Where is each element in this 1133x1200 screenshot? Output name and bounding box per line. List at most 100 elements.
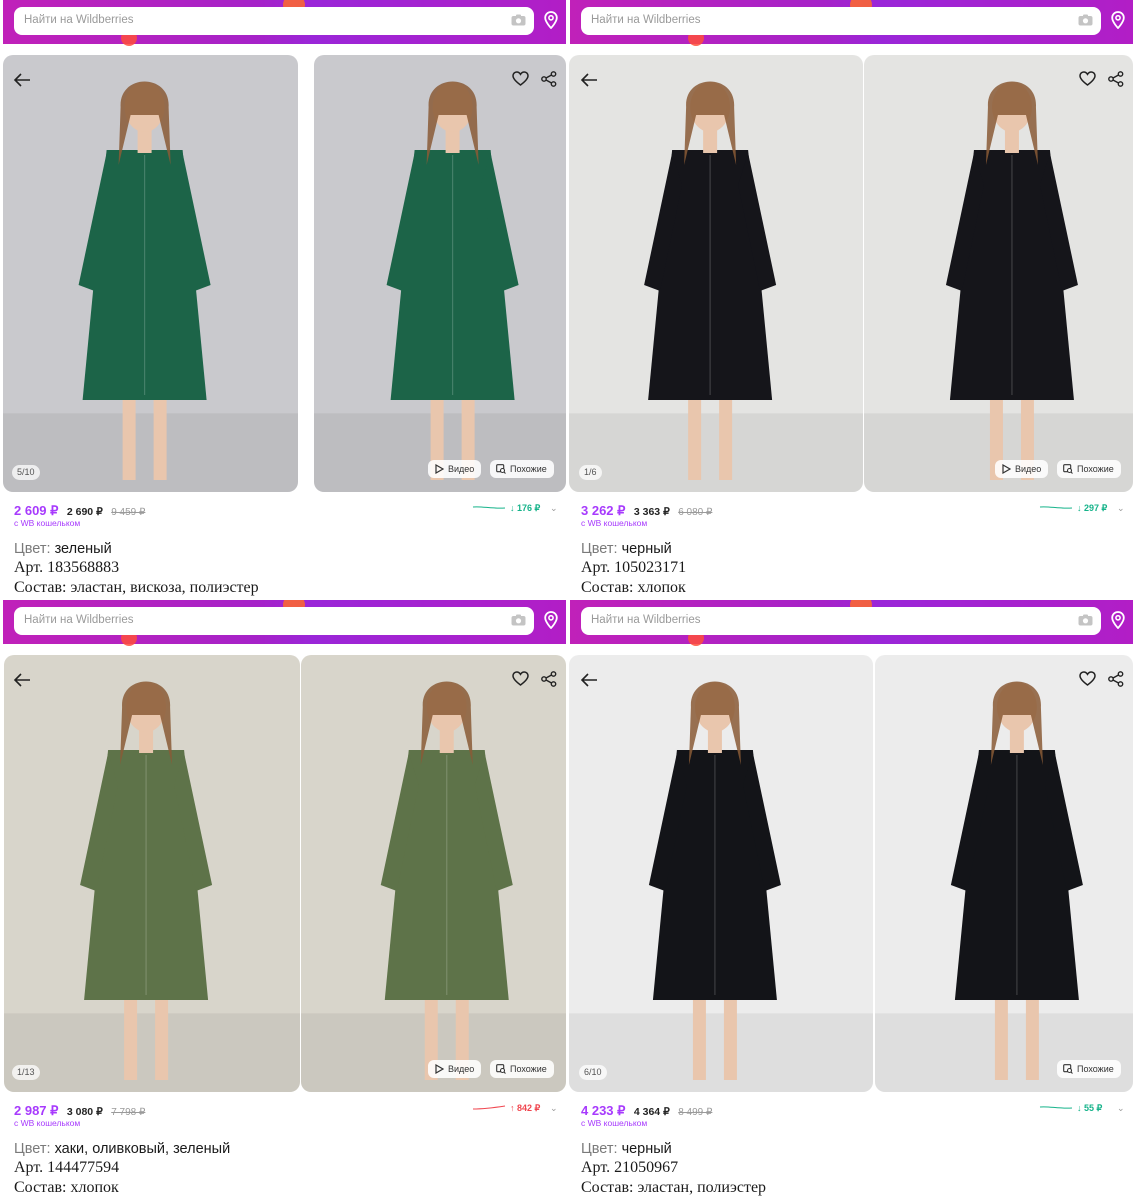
article-number: Арт. 183568883 [14, 559, 120, 576]
back-arrow-icon[interactable] [13, 672, 31, 688]
similar-button[interactable]: Похожие [1057, 1060, 1121, 1078]
product-card: Найти на Wildberries 5/10 Видео Похожие … [0, 0, 566, 600]
similar-icon [496, 1064, 506, 1074]
model-photo [4, 655, 300, 1092]
price-trend-value: ↓ 297 ₽ [1077, 503, 1108, 513]
similar-button[interactable]: Похожие [490, 460, 554, 478]
trend-line-icon [472, 506, 506, 509]
price-without-wallet: 2 690 ₽ [66, 506, 103, 518]
product-photo-main[interactable] [569, 55, 863, 492]
product-photo-secondary[interactable] [301, 655, 566, 1092]
article-number: Арт. 21050967 [581, 1159, 679, 1176]
video-button[interactable]: Видео [995, 460, 1049, 478]
product-photo-secondary[interactable] [875, 655, 1133, 1092]
price-trend[interactable]: ↓ 176 ₽ ⌄ [472, 503, 562, 515]
camera-icon[interactable] [511, 614, 526, 626]
camera-icon[interactable] [511, 14, 526, 26]
chevron-down-icon: ⌄ [1117, 503, 1125, 513]
camera-icon[interactable] [1078, 14, 1093, 26]
location-icon[interactable] [544, 611, 558, 629]
heart-icon[interactable] [512, 671, 529, 686]
search-input[interactable]: Найти на Wildberries [14, 7, 534, 35]
product-photo-secondary[interactable] [314, 55, 566, 492]
price-without-wallet: 4 364 ₽ [633, 1106, 670, 1118]
similar-button[interactable]: Похожие [1057, 460, 1121, 478]
article-number: Арт. 144477594 [14, 1159, 120, 1176]
camera-icon[interactable] [1078, 614, 1093, 626]
composition: Состав: эластан, вискоза, полиэстер [14, 579, 259, 596]
search-input[interactable]: Найти на Wildberries [14, 607, 534, 635]
search-placeholder: Найти на Wildberries [591, 14, 701, 26]
chevron-down-icon: ⌄ [550, 1103, 558, 1113]
play-icon [435, 1064, 444, 1074]
heart-icon[interactable] [512, 71, 529, 86]
model-photo [301, 655, 566, 1092]
back-arrow-icon[interactable] [580, 72, 598, 88]
model-photo [3, 55, 298, 492]
old-price: 6 080 ₽ [678, 507, 713, 518]
wallet-note: с WB кошельком [14, 1118, 81, 1128]
composition: Состав: хлопок [581, 579, 686, 596]
model-photo [875, 655, 1133, 1092]
search-placeholder: Найти на Wildberries [591, 614, 701, 626]
color-label: Цвет: [581, 1141, 618, 1157]
model-photo [314, 55, 566, 492]
share-icon[interactable] [1108, 671, 1124, 687]
heart-icon[interactable] [1079, 71, 1096, 86]
price-trend-value: ↑ 842 ₽ [510, 1103, 541, 1113]
price-row: 2 987 ₽ 3 080 ₽ 7 798 ₽ [14, 1102, 145, 1118]
product-photo-main[interactable] [569, 655, 873, 1092]
color-label: Цвет: [14, 541, 51, 557]
similar-button[interactable]: Похожие [490, 1060, 554, 1078]
photo-counter: 1/6 [579, 465, 602, 480]
share-icon[interactable] [541, 71, 557, 87]
location-icon[interactable] [1111, 611, 1125, 629]
share-icon[interactable] [541, 671, 557, 687]
product-card: Найти на Wildberries 1/6 Видео Похожие 3… [567, 0, 1133, 600]
price-row: 3 262 ₽ 3 363 ₽ 6 080 ₽ [581, 502, 712, 518]
price-trend[interactable]: ↓ 297 ₽ ⌄ [1039, 503, 1129, 515]
color-label: Цвет: [14, 1141, 51, 1157]
similar-label: Похожие [1077, 1064, 1114, 1074]
similar-label: Похожие [510, 464, 547, 474]
app-header: Найти на Wildberries [3, 0, 566, 46]
product-photo-secondary[interactable] [864, 55, 1133, 492]
color-line: Цвет: зеленый [14, 541, 112, 557]
color-value: черный [621, 541, 672, 557]
price-without-wallet: 3 363 ₽ [633, 506, 670, 518]
back-arrow-icon[interactable] [13, 72, 31, 88]
wallet-note: с WB кошельком [581, 518, 648, 528]
color-line: Цвет: черный [581, 541, 672, 557]
price-without-wallet: 3 080 ₽ [66, 1106, 103, 1118]
price: 2 987 ₽ [14, 1103, 59, 1118]
video-label: Видео [448, 464, 475, 474]
heart-icon[interactable] [1079, 671, 1096, 686]
color-value: хаки, оливковый, зеленый [54, 1141, 231, 1157]
color-line: Цвет: хаки, оливковый, зеленый [14, 1141, 230, 1157]
price-trend-value: ↓ 176 ₽ [510, 503, 541, 513]
model-photo [569, 655, 873, 1092]
color-value: черный [621, 1141, 672, 1157]
product-photo-main[interactable] [4, 655, 300, 1092]
price-trend[interactable]: ↓ 55 ₽ ⌄ [1039, 1103, 1129, 1115]
video-button[interactable]: Видео [428, 1060, 482, 1078]
product-photo-main[interactable] [3, 55, 298, 492]
wallet-note: с WB кошельком [581, 1118, 648, 1128]
model-photo [864, 55, 1133, 492]
back-arrow-icon[interactable] [580, 672, 598, 688]
location-icon[interactable] [544, 11, 558, 29]
search-input[interactable]: Найти на Wildberries [581, 607, 1101, 635]
photo-counter: 1/13 [12, 1065, 40, 1080]
app-header: Найти на Wildberries [3, 600, 566, 646]
share-icon[interactable] [1108, 71, 1124, 87]
price-trend[interactable]: ↑ 842 ₽ ⌄ [472, 1103, 562, 1115]
similar-icon [1063, 464, 1073, 474]
photo-counter: 6/10 [579, 1065, 607, 1080]
play-icon [1002, 464, 1011, 474]
price-trend-value: ↓ 55 ₽ [1077, 1103, 1103, 1113]
play-icon [435, 464, 444, 474]
video-button[interactable]: Видео [428, 460, 482, 478]
location-icon[interactable] [1111, 11, 1125, 29]
search-input[interactable]: Найти на Wildberries [581, 7, 1101, 35]
video-label: Видео [448, 1064, 475, 1074]
